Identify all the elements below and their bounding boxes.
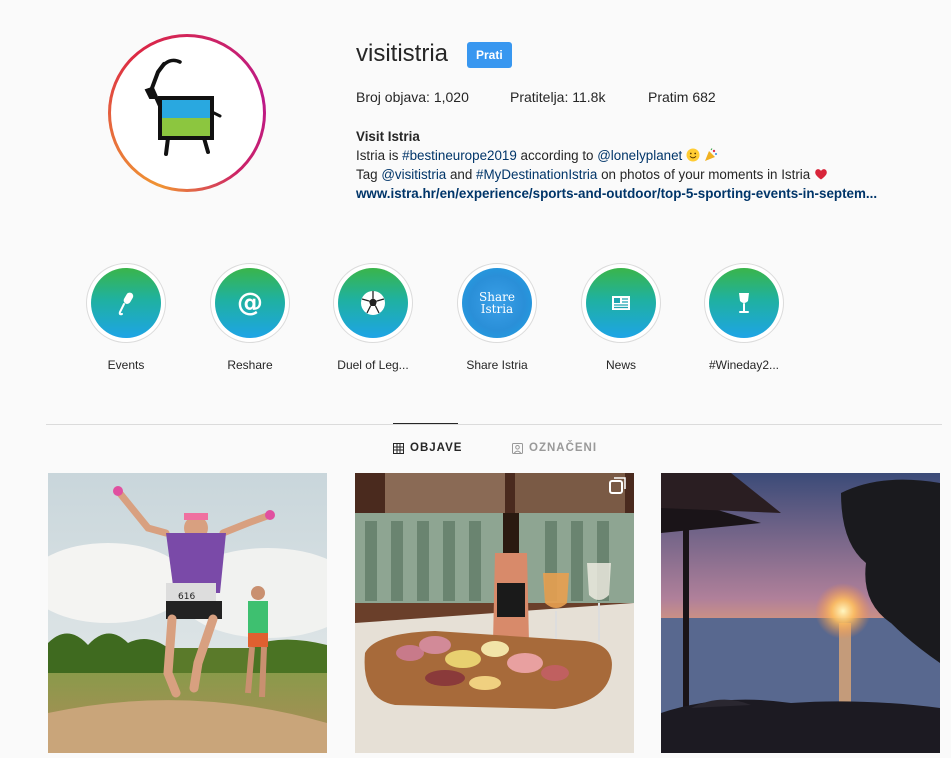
smile-emoji-icon (686, 148, 700, 162)
share-istria-logo: Share Istria (479, 290, 515, 316)
sunset-sea-photo (661, 473, 940, 753)
trail-runners-photo: 616 (48, 473, 327, 753)
highlight-news[interactable]: News (576, 263, 666, 372)
profile-full-name: Visit Istria (356, 129, 420, 144)
at-sign-icon: @ (237, 288, 263, 318)
soccer-ball-icon (361, 291, 385, 315)
highlight-label: Events (107, 358, 145, 372)
mention-link[interactable]: @visitistria (381, 167, 446, 182)
tagged-icon (512, 442, 523, 454)
avatar (116, 42, 258, 184)
heart-emoji-icon (815, 169, 827, 180)
posts-count: Broj objava: 1,020 (356, 89, 469, 105)
active-tab-indicator (393, 423, 458, 424)
grid-icon (393, 442, 404, 454)
svg-text:616: 616 (178, 592, 195, 602)
highlight-wineday[interactable]: #Wineday2... (699, 263, 789, 372)
following-count[interactable]: Pratim 682 (648, 89, 716, 105)
microphone-icon (118, 292, 134, 316)
tab-tagged[interactable]: OZNAČENI (512, 442, 597, 454)
profile-avatar-ring[interactable] (108, 34, 266, 192)
tab-posts[interactable]: OBJAVE (393, 442, 462, 454)
post-thumbnail-wine-charcuterie[interactable] (355, 473, 634, 753)
hashtag-link[interactable]: #MyDestinationIstria (476, 167, 597, 182)
wine-and-charcuterie-photo (355, 473, 634, 753)
bio-line-2: Tag @visitistria and #MyDestinationIstri… (356, 165, 946, 184)
tabs-divider (46, 424, 942, 425)
highlight-label: #Wineday2... (708, 358, 780, 372)
post-thumbnail-sunset[interactable] (661, 473, 940, 753)
highlight-duel-of-legends[interactable]: Duel of Leg... (328, 263, 418, 372)
profile-bio: Visit Istria Istria is #bestineurope2019… (356, 127, 946, 203)
post-thumbnail-runners[interactable]: 616 (48, 473, 327, 753)
newspaper-icon (612, 296, 630, 310)
profile-username: visitistria (356, 40, 449, 67)
highlight-share-istria[interactable]: Share Istria Share Istria (452, 263, 542, 372)
party-popper-emoji-icon (704, 148, 717, 161)
highlight-label: Duel of Leg... (337, 358, 409, 372)
hashtag-link[interactable]: #bestineurope2019 (402, 148, 517, 163)
follow-button[interactable]: Prati (467, 42, 512, 68)
highlight-reshare[interactable]: @ Reshare (205, 263, 295, 372)
followers-count[interactable]: Pratitelja: 11.8k (510, 89, 605, 105)
bio-website-link[interactable]: www.istra.hr/en/experience/sports-and-ou… (356, 184, 946, 203)
highlight-label: Share Istria (466, 358, 528, 372)
goat-logo-icon (144, 58, 222, 156)
wine-glass-icon (739, 293, 749, 313)
highlight-label: News (605, 358, 636, 372)
mention-link[interactable]: @lonelyplanet (597, 148, 682, 163)
bio-line-1: Istria is #bestineurope2019 according to… (356, 146, 946, 165)
highlight-events[interactable]: Events (81, 263, 171, 372)
highlight-label: Reshare (227, 358, 273, 372)
